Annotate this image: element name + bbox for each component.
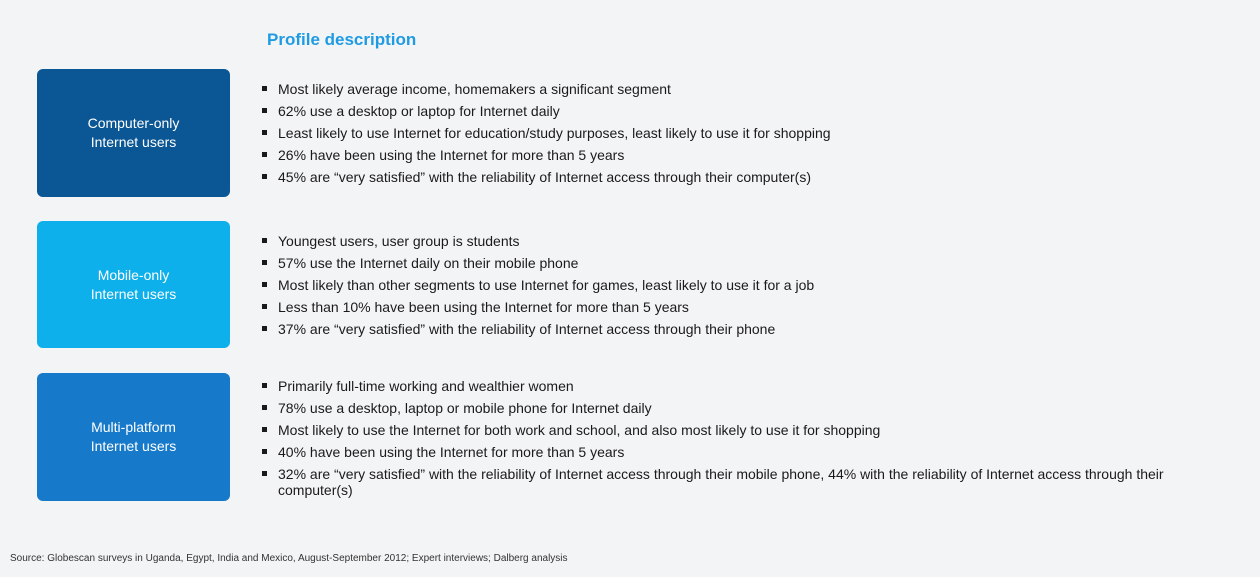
- bullet-list-computer-only: Most likely average income, homemakers a…: [261, 81, 1211, 191]
- segment-box-mobile-only: Mobile-only Internet users: [37, 221, 230, 348]
- list-item: 57% use the Internet daily on their mobi…: [261, 255, 1211, 271]
- section-heading: Profile description: [267, 30, 417, 49]
- bullet-list-mobile-only: Youngest users, user group is students 5…: [261, 233, 1211, 343]
- segment-box-multi-platform: Multi-platform Internet users: [37, 373, 230, 501]
- list-item: 78% use a desktop, laptop or mobile phon…: [261, 400, 1211, 416]
- list-item: Less than 10% have been using the Intern…: [261, 299, 1211, 315]
- list-item: Most likely average income, homemakers a…: [261, 81, 1211, 97]
- segment-box-computer-only: Computer-only Internet users: [37, 69, 230, 197]
- list-item: Most likely to use the Internet for both…: [261, 422, 1211, 438]
- segment-label: Computer-only Internet users: [87, 115, 180, 150]
- segment-label: Multi-platform Internet users: [90, 419, 177, 454]
- list-item: 62% use a desktop or laptop for Internet…: [261, 103, 1211, 119]
- list-item: Least likely to use Internet for educati…: [261, 125, 1211, 141]
- list-item: Youngest users, user group is students: [261, 233, 1211, 249]
- list-item: Primarily full-time working and wealthie…: [261, 378, 1211, 394]
- list-item: 40% have been using the Internet for mor…: [261, 444, 1211, 460]
- segment-label: Mobile-only Internet users: [90, 266, 177, 302]
- list-item: 45% are “very satisfied” with the reliab…: [261, 169, 1211, 185]
- list-item: Most likely than other segments to use I…: [261, 277, 1211, 293]
- bullet-list-multi-platform: Primarily full-time working and wealthie…: [261, 378, 1211, 504]
- list-item: 26% have been using the Internet for mor…: [261, 147, 1211, 163]
- source-note: Source: Globescan surveys in Uganda, Egy…: [10, 553, 568, 564]
- list-item: 37% are “very satisfied” with the reliab…: [261, 321, 1211, 337]
- list-item: 32% are “very satisfied” with the reliab…: [261, 466, 1211, 498]
